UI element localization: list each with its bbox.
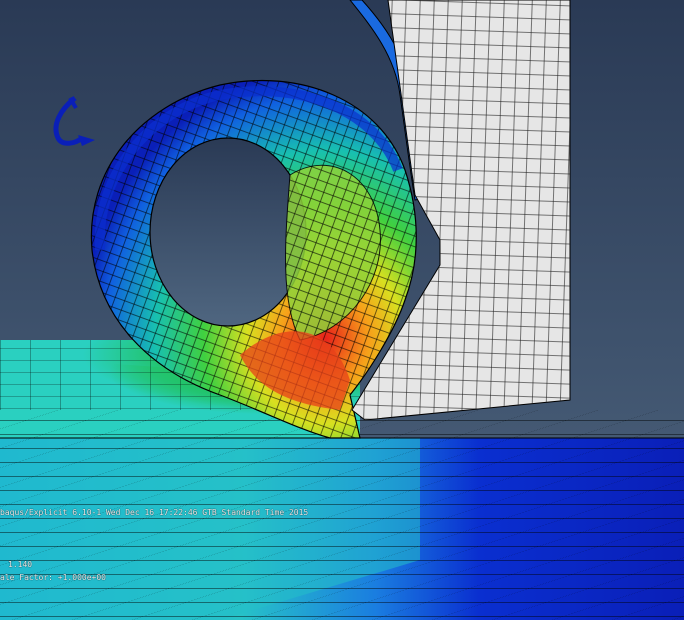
step-time: 1.140 <box>8 560 33 569</box>
chip-inner-hole <box>149 137 307 327</box>
fea-scene <box>0 0 684 620</box>
scale-factor: ale Factor: +1.000e+00 <box>0 573 106 582</box>
abaqus-viewport[interactable]: baqus/Explicit 6.10-1 Wed Dec 16 17:22:4… <box>0 0 684 620</box>
status-line: baqus/Explicit 6.10-1 Wed Dec 16 17:22:4… <box>0 508 309 517</box>
